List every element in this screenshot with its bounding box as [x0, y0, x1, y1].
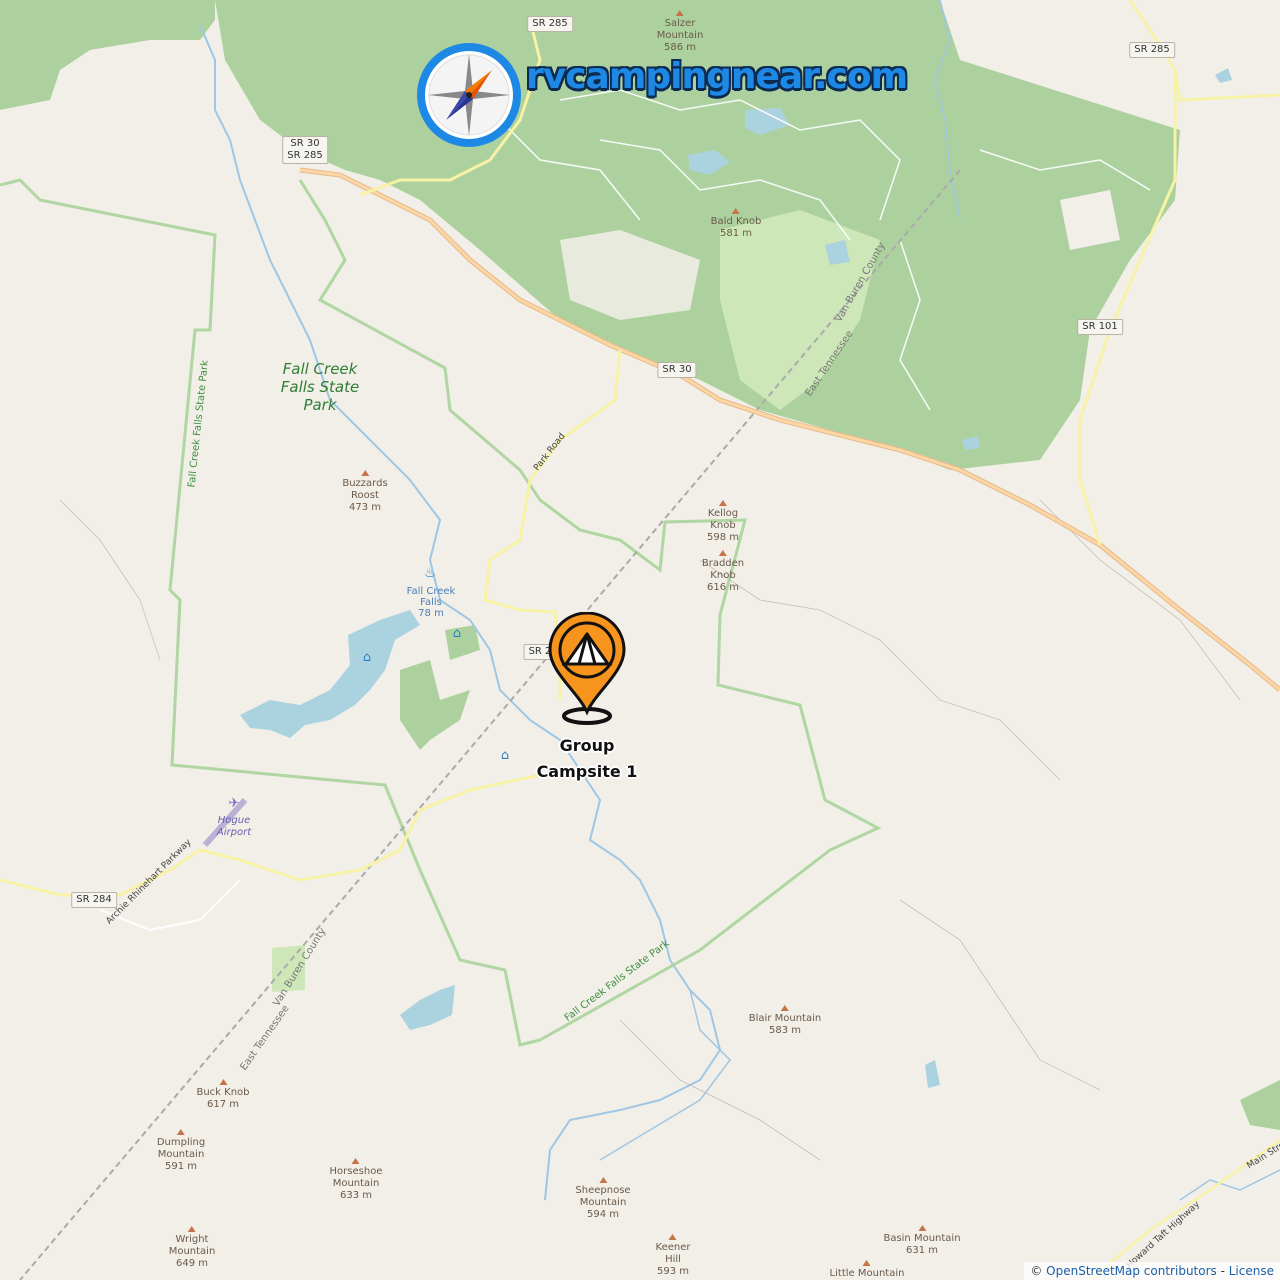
- park-label-line: Park: [303, 396, 337, 414]
- peak-label: Wright Mountain 649 m: [169, 1226, 216, 1270]
- route-shield: SR 101: [1077, 319, 1123, 335]
- peak-label: Basin Mountain 631 m: [883, 1225, 960, 1257]
- route-shield: SR 30: [657, 362, 697, 378]
- campsite-label: Group Campsite 1: [537, 733, 638, 785]
- copyright-symbol: ©: [1030, 1264, 1043, 1278]
- meadow-area: [1060, 190, 1120, 250]
- route-shield: SR 285: [1129, 42, 1175, 58]
- peak-label: Buck Knob 617 m: [196, 1079, 249, 1111]
- waterfall-label-line: Fall Creek: [406, 586, 456, 597]
- campsite-marker[interactable]: [548, 611, 628, 728]
- airplane-icon: ✈: [228, 796, 240, 811]
- peak-label: Kellog Knob 598 m: [707, 500, 739, 544]
- cabin-icon: ⌂: [362, 650, 372, 665]
- peak-label: Little Mountain: [830, 1260, 905, 1280]
- compass-icon[interactable]: [414, 40, 524, 150]
- peak-label: Bald Knob 581 m: [711, 208, 762, 240]
- campsite-label-line: Group: [559, 736, 615, 755]
- waterfall-label-line: Falls: [420, 597, 442, 608]
- map-attribution: © OpenStreetMap contributors - License: [1024, 1262, 1280, 1280]
- airport-label: Hogue Airport: [217, 815, 251, 839]
- peak-label: Bradden Knob 616 m: [702, 550, 744, 594]
- route-shield: SR 285: [527, 16, 573, 32]
- park-label-line: Falls State: [280, 378, 360, 396]
- map-base-layer: [0, 0, 1280, 1280]
- map-canvas[interactable]: SR 285 SR 285 SR 30 SR 285 SR 30 SR 101 …: [0, 0, 1280, 1280]
- license-link[interactable]: License: [1229, 1264, 1274, 1278]
- waterfall-icon: ♨: [424, 566, 436, 581]
- tent-pin-icon: [548, 611, 626, 725]
- compass-graphic: [417, 43, 521, 147]
- site-name[interactable]: rvcampingnear.com: [526, 56, 908, 97]
- park-label: Fall Creek Falls State Park: [281, 360, 359, 414]
- cabin-icon: ⌂: [500, 748, 510, 763]
- peak-label: Salzer Mountain 586 m: [657, 10, 704, 54]
- airport-label-line: Hogue: [217, 815, 251, 826]
- airport-label-line: Airport: [216, 827, 252, 838]
- peak-label: Dumpling Mountain 591 m: [157, 1129, 205, 1173]
- waterfall-label: Fall Creek Falls 78 m: [407, 586, 456, 619]
- park-label-line: Fall Creek: [282, 360, 358, 378]
- route-shield: SR 30 SR 285: [282, 136, 328, 164]
- peak-label: Sheepnose Mountain 594 m: [575, 1177, 630, 1221]
- waterfall-label-line: 78 m: [418, 608, 444, 619]
- campsite-label-line: Campsite 1: [536, 762, 638, 781]
- osm-attribution-link[interactable]: OpenStreetMap contributors: [1046, 1264, 1217, 1278]
- peak-label: Blair Mountain 583 m: [749, 1005, 821, 1037]
- peak-label: Horseshoe Mountain 633 m: [330, 1158, 383, 1202]
- route-shield: SR 284: [71, 892, 117, 908]
- attribution-separator: -: [1216, 1264, 1229, 1278]
- peak-label: Buzzards Roost 473 m: [342, 470, 387, 514]
- peak-label: Keener Hill 593 m: [656, 1234, 691, 1278]
- cabin-icon: ⌂: [452, 626, 462, 641]
